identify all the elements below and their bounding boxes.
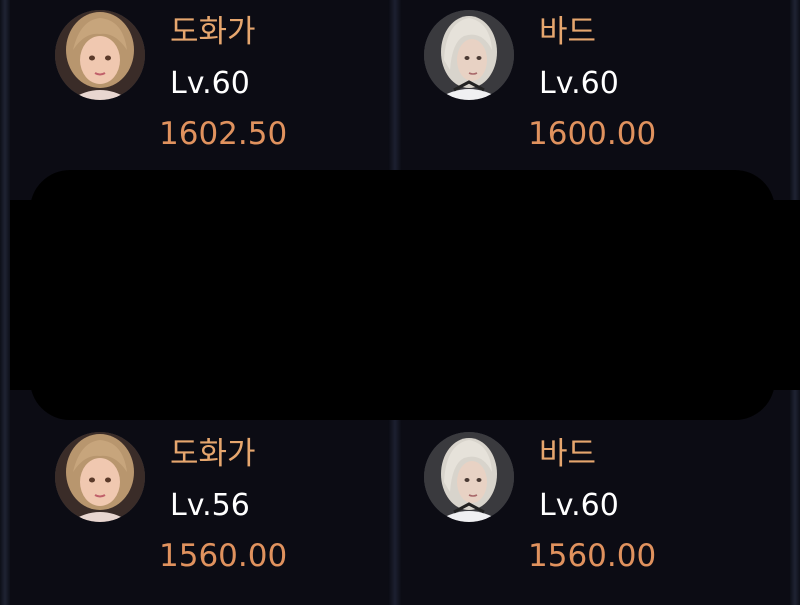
bard-portrait-icon bbox=[424, 10, 514, 100]
character-level: Lv.56 bbox=[170, 488, 250, 523]
item-level: 1560.00 bbox=[528, 538, 657, 574]
artist-portrait-icon bbox=[55, 432, 145, 522]
class-name: 바드 bbox=[539, 436, 597, 472]
character-card[interactable]: 바드 Lv.60 1560.00 bbox=[424, 432, 724, 602]
class-name: 도화가 bbox=[170, 14, 256, 50]
item-level: 1602.50 bbox=[159, 116, 288, 152]
character-card[interactable]: 바드 Lv.60 1600.00 bbox=[424, 10, 724, 180]
class-name: 바드 bbox=[539, 14, 597, 50]
item-level: 1600.00 bbox=[528, 116, 657, 152]
artist-portrait-icon bbox=[55, 10, 145, 100]
character-level: Lv.60 bbox=[170, 66, 250, 101]
left-edge-bar bbox=[0, 0, 10, 605]
bard-portrait-icon bbox=[424, 432, 514, 522]
character-card[interactable]: 도화가 Lv.56 1560.00 bbox=[55, 432, 355, 602]
item-level: 1560.00 bbox=[159, 538, 288, 574]
character-level: Lv.60 bbox=[539, 66, 619, 101]
character-card[interactable]: 도화가 Lv.60 1602.50 bbox=[55, 10, 355, 180]
class-name: 도화가 bbox=[170, 436, 256, 472]
character-level: Lv.60 bbox=[539, 488, 619, 523]
redacted-region-2 bbox=[10, 200, 800, 390]
